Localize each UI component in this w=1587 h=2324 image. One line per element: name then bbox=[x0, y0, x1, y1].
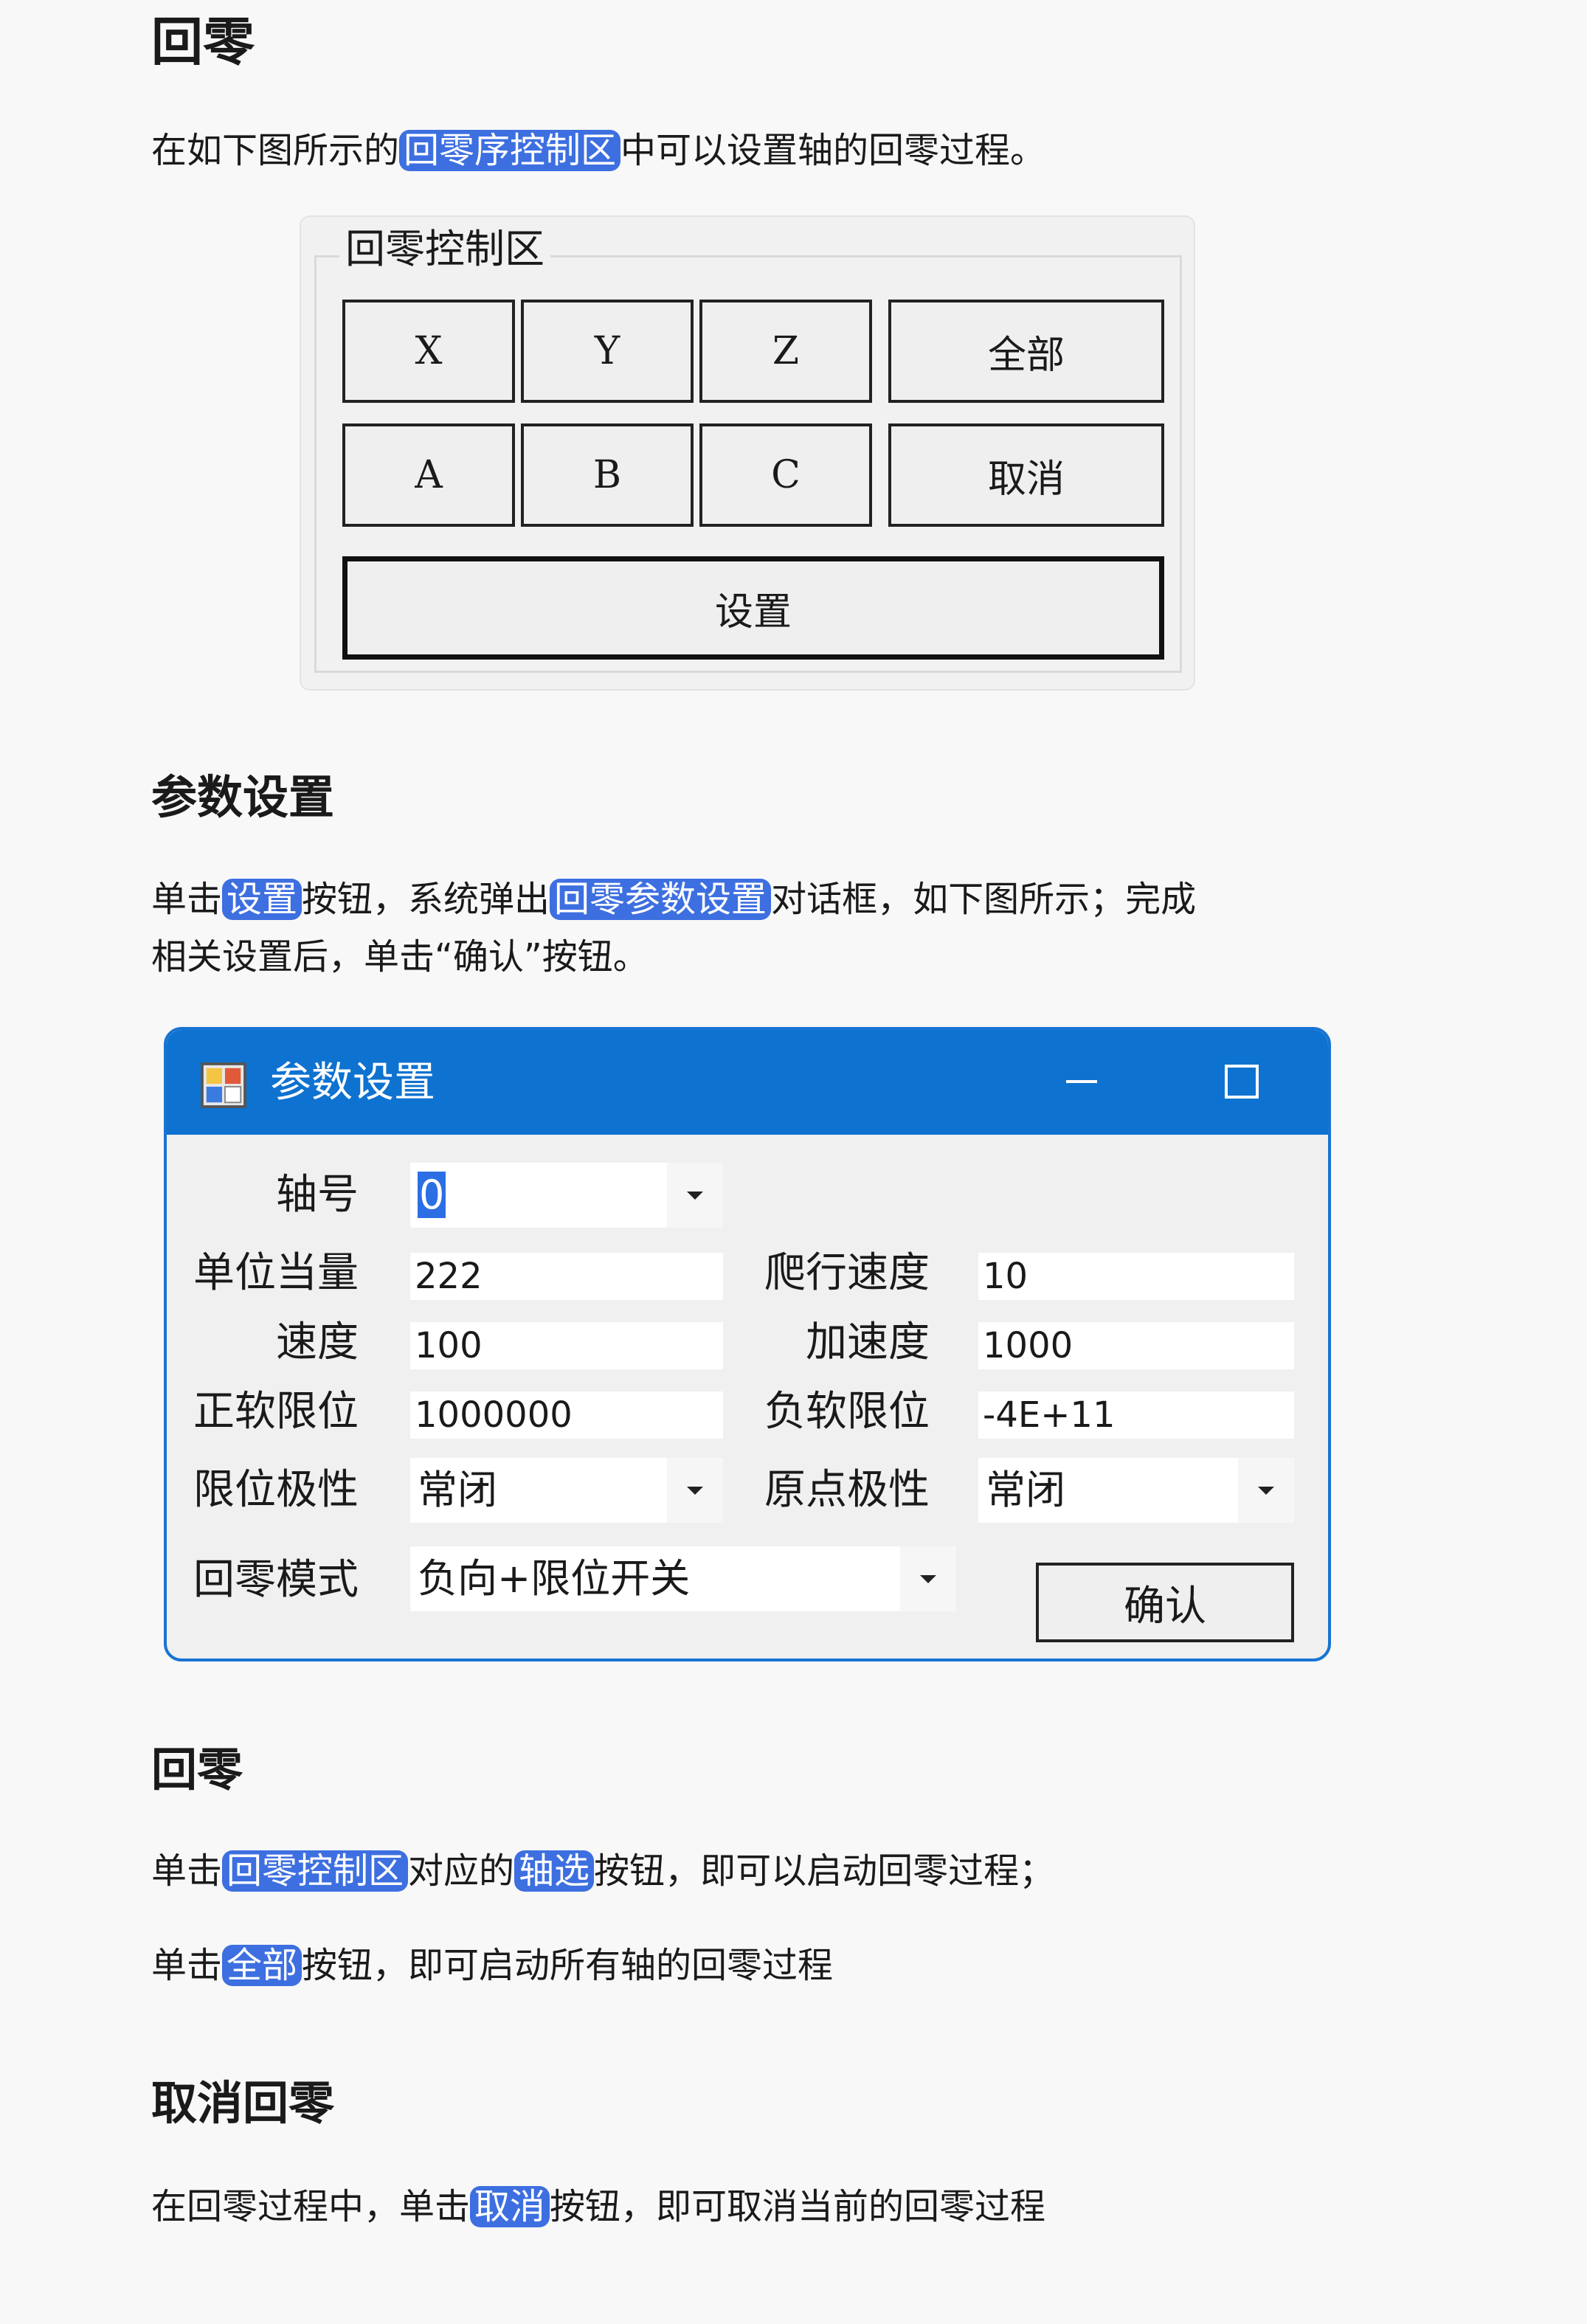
app-icon bbox=[201, 1062, 246, 1108]
home-mode-value: 负向+限位开关 bbox=[418, 1555, 691, 1602]
neg-soft-limit-label: 负软限位 bbox=[764, 1388, 930, 1436]
acceleration-label: 加速度 bbox=[806, 1318, 930, 1366]
param-settings-dialog: 参数设置 轴号 0 单位当量 222 爬行速度 10 速度 100 加速度 10… bbox=[164, 1027, 1331, 1661]
unit-label: 单位当量 bbox=[193, 1249, 359, 1297]
maximize-icon[interactable] bbox=[1209, 1052, 1275, 1111]
settings-button[interactable]: 设置 bbox=[342, 556, 1164, 660]
axis-c-button[interactable]: C bbox=[699, 423, 872, 527]
limit-polarity-value: 常闭 bbox=[418, 1467, 497, 1513]
intro-paragraph: 在如下图所示的 回零序控制区 中可以设置轴的回零过程。 bbox=[151, 122, 1045, 179]
acceleration-input[interactable]: 1000 bbox=[978, 1322, 1294, 1369]
axis-label: 轴号 bbox=[276, 1171, 359, 1219]
text: 对应的 bbox=[408, 1850, 515, 1892]
dialog-titlebar: 参数设置 bbox=[167, 1030, 1328, 1135]
highlight-term: 回零参数设置 bbox=[550, 879, 772, 920]
home-mode-label: 回零模式 bbox=[193, 1556, 359, 1604]
home-run-paragraph-2: 单击 全部 按钮，即可启动所有轴的回零过程 bbox=[151, 1937, 833, 1994]
text: 按钮，即可取消当前的回零过程 bbox=[550, 2186, 1046, 2227]
text: 在如下图所示的 bbox=[151, 130, 400, 171]
highlight-term: 取消 bbox=[470, 2186, 550, 2227]
highlight-term: 轴选 bbox=[514, 1850, 595, 1892]
home-mode-select[interactable]: 负向+限位开关 bbox=[410, 1546, 956, 1611]
speed-input[interactable]: 100 bbox=[410, 1322, 723, 1369]
pos-soft-limit-label: 正软限位 bbox=[193, 1388, 359, 1436]
axis-select[interactable]: 0 bbox=[410, 1163, 723, 1228]
origin-polarity-label: 原点极性 bbox=[764, 1466, 930, 1514]
axis-x-button[interactable]: X bbox=[342, 300, 515, 403]
axis-b-button[interactable]: B bbox=[521, 423, 694, 527]
pos-soft-limit-input[interactable]: 1000000 bbox=[410, 1391, 723, 1439]
axis-z-button[interactable]: Z bbox=[699, 300, 872, 403]
axis-y-button[interactable]: Y bbox=[521, 300, 694, 403]
chevron-down-icon[interactable] bbox=[667, 1458, 723, 1523]
text: 对话框，如下图所示；完成 bbox=[771, 879, 1197, 920]
limit-polarity-label: 限位极性 bbox=[193, 1466, 359, 1514]
group-title: 回零控制区 bbox=[339, 226, 550, 274]
text: 按钮，即可启动所有轴的回零过程 bbox=[302, 1945, 834, 1986]
chevron-down-icon[interactable] bbox=[1238, 1458, 1294, 1523]
params-paragraph-line2: 相关设置后，单击“确认”按钮。 bbox=[151, 936, 649, 978]
cancel-home-paragraph: 在回零过程中，单击 取消 按钮，即可取消当前的回零过程 bbox=[151, 2178, 1045, 2235]
neg-soft-limit-input[interactable]: -4E+11 bbox=[978, 1391, 1294, 1439]
dialog-title: 参数设置 bbox=[270, 1059, 435, 1107]
section-title-home: 回零 bbox=[151, 12, 255, 72]
section-title-params: 参数设置 bbox=[151, 770, 335, 824]
chevron-down-icon[interactable] bbox=[667, 1163, 723, 1228]
axis-a-button[interactable]: A bbox=[342, 423, 515, 527]
text: 单击 bbox=[151, 1945, 223, 1986]
chevron-down-icon[interactable] bbox=[900, 1546, 956, 1611]
highlight-term: 设置 bbox=[222, 879, 302, 920]
section-title-home-run: 回零 bbox=[151, 1743, 243, 1796]
text: 按钮，系统弹出 bbox=[302, 879, 550, 920]
limit-polarity-select[interactable]: 常闭 bbox=[410, 1458, 723, 1523]
origin-polarity-select[interactable]: 常闭 bbox=[978, 1458, 1294, 1523]
creep-speed-label: 爬行速度 bbox=[764, 1249, 930, 1297]
section-title-cancel-home: 取消回零 bbox=[151, 2076, 335, 2130]
unit-input[interactable]: 222 bbox=[410, 1253, 723, 1300]
text: 中可以设置轴的回零过程。 bbox=[620, 130, 1046, 171]
highlight-term: 全部 bbox=[222, 1945, 302, 1986]
highlight-term: 回零序控制区 bbox=[399, 130, 621, 171]
text: 在回零过程中，单击 bbox=[151, 2186, 471, 2227]
text: 单击 bbox=[151, 1850, 223, 1892]
confirm-button[interactable]: 确认 bbox=[1036, 1563, 1294, 1642]
speed-label: 速度 bbox=[276, 1318, 359, 1366]
home-run-paragraph-1: 单击 回零控制区 对应的 轴选 按钮，即可以启动回零过程； bbox=[151, 1842, 1054, 1900]
cancel-button[interactable]: 取消 bbox=[888, 423, 1164, 527]
origin-polarity-value: 常闭 bbox=[986, 1467, 1065, 1513]
minimize-icon[interactable] bbox=[1048, 1052, 1115, 1111]
creep-speed-input[interactable]: 10 bbox=[978, 1253, 1294, 1300]
params-paragraph-line1: 单击 设置 按钮，系统弹出 回零参数设置 对话框，如下图所示；完成 bbox=[151, 871, 1196, 928]
axis-value: 0 bbox=[418, 1172, 446, 1218]
text: 单击 bbox=[151, 879, 223, 920]
highlight-term: 回零控制区 bbox=[222, 1850, 409, 1892]
home-control-group-image: 回零控制区 X Y Z 全部 A B C 取消 设置 bbox=[301, 217, 1194, 689]
text: 按钮，即可以启动回零过程； bbox=[594, 1850, 1055, 1892]
all-axes-button[interactable]: 全部 bbox=[888, 300, 1164, 403]
